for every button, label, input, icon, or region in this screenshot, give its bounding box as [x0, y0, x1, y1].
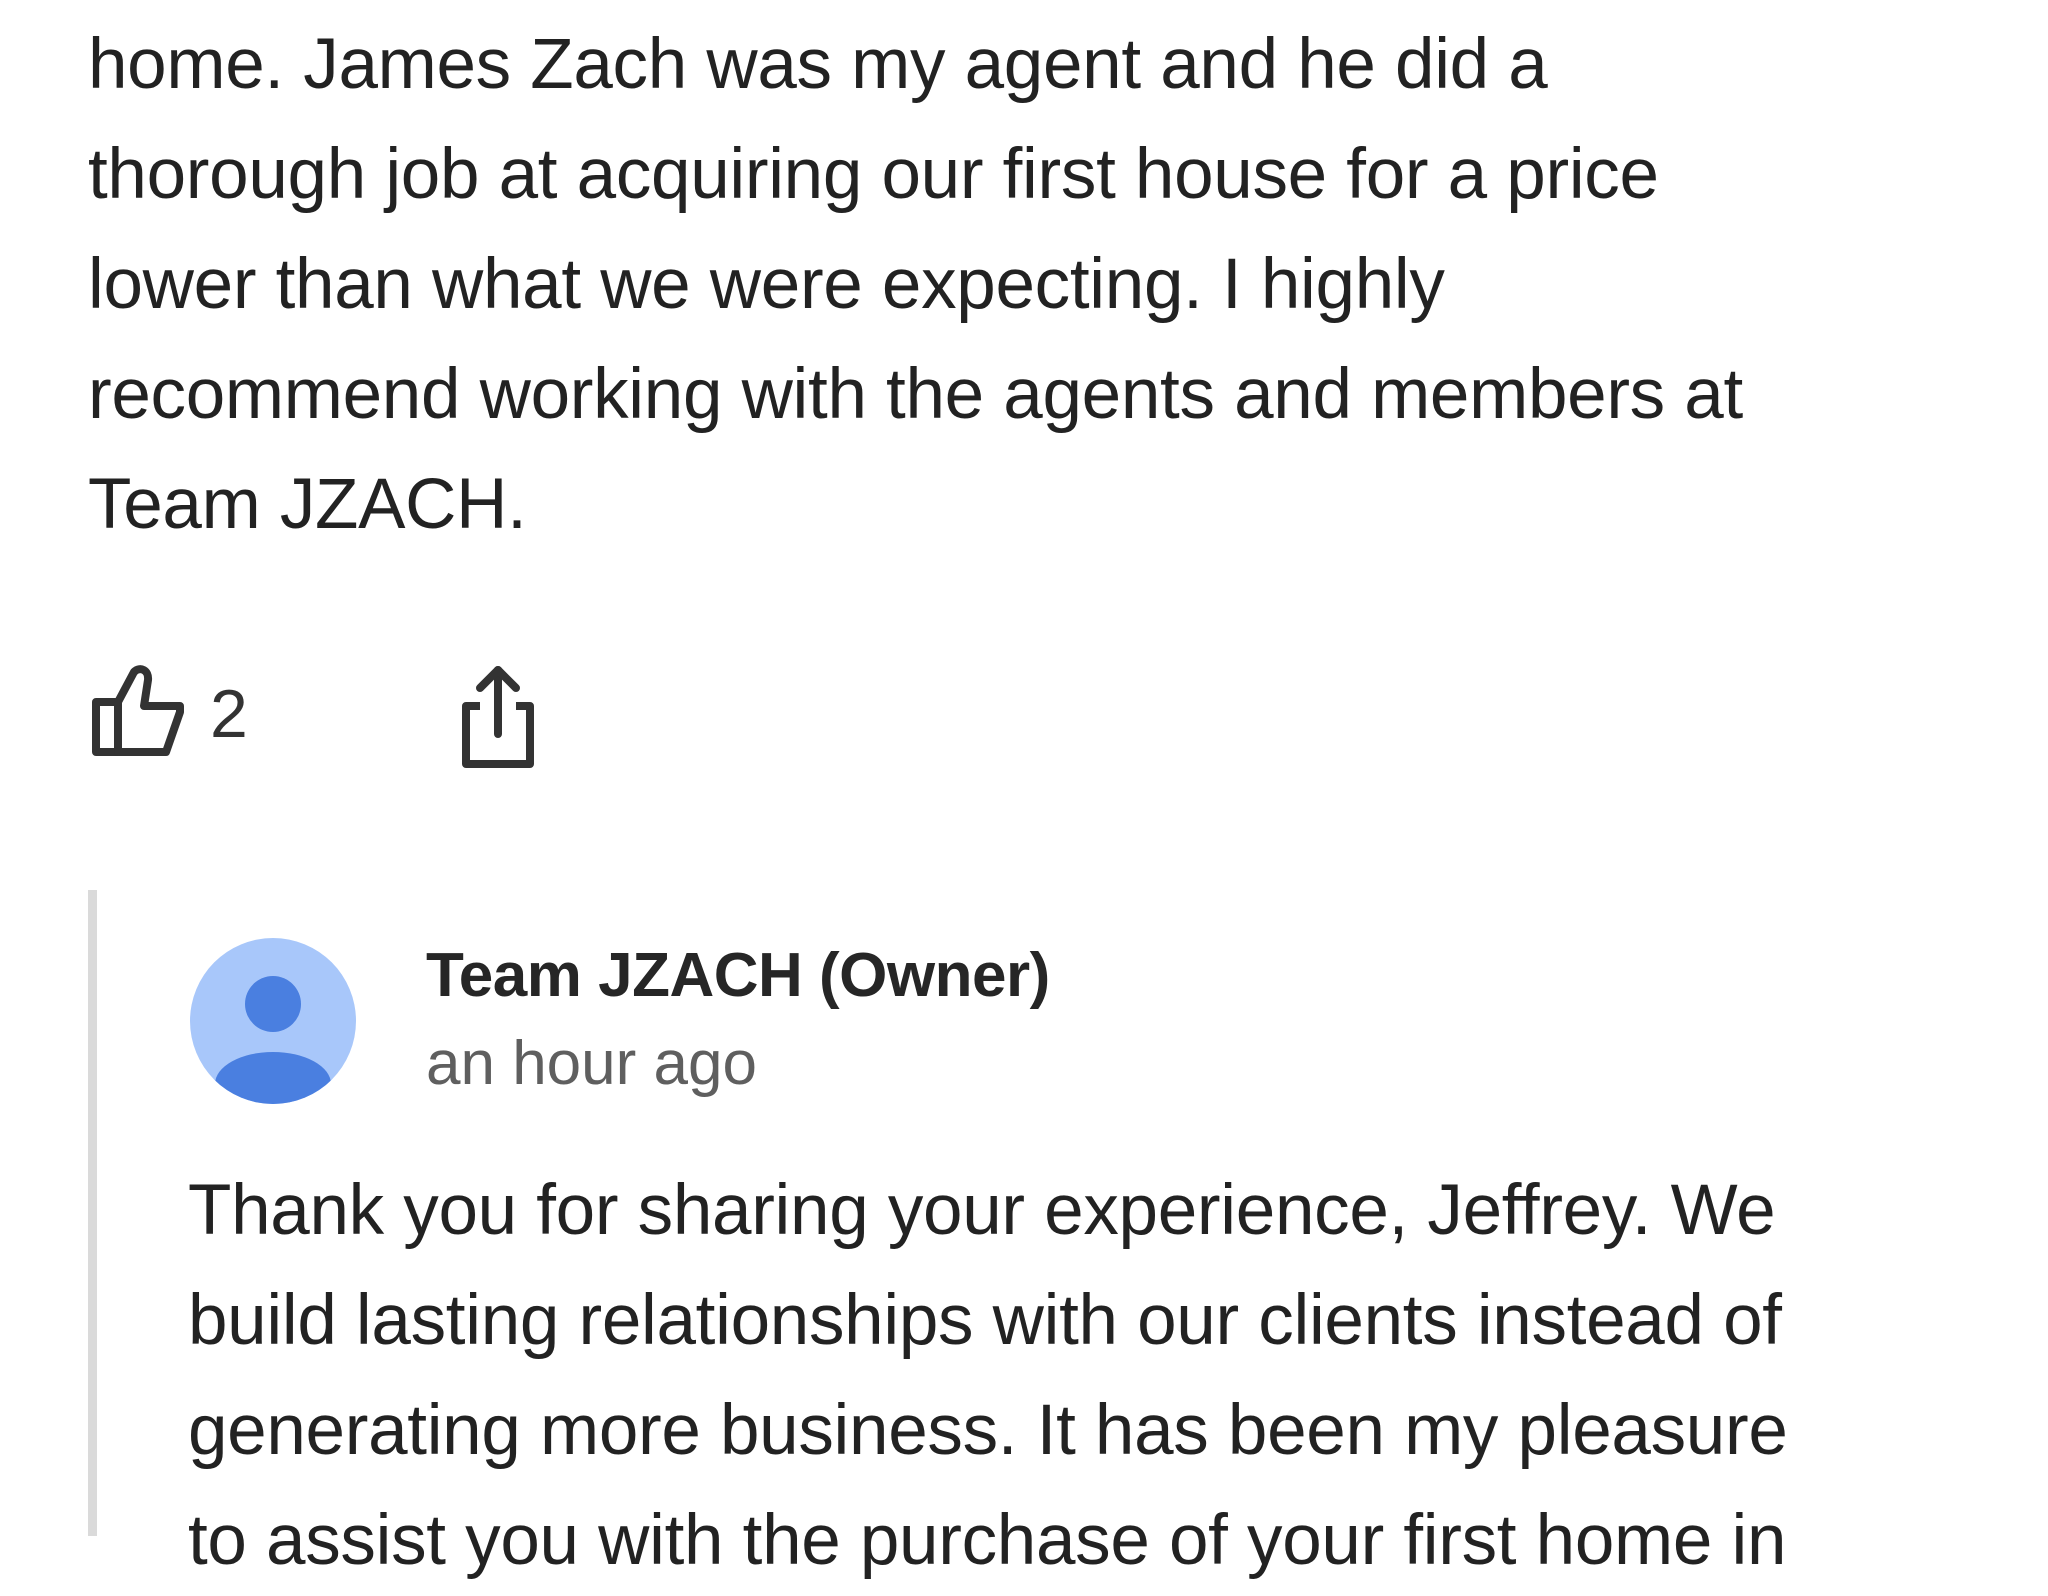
- review-line: Team JZACH.: [88, 465, 527, 544]
- reply-line: Thank you for sharing your experience, J…: [188, 1171, 1776, 1250]
- review-actions: 2: [88, 660, 688, 780]
- reply-timestamp: an hour ago: [426, 1029, 757, 1098]
- like-count: 2: [210, 676, 248, 752]
- share-button[interactable]: [452, 660, 542, 770]
- review-line: lower than what we were expecting. I hig…: [88, 245, 1445, 324]
- review-body: home. James Zach was my agent and he did…: [88, 10, 1968, 560]
- reply-body: Thank you for sharing your experience, J…: [188, 1156, 2048, 1596]
- review-line: home. James Zach was my agent and he did…: [88, 25, 1548, 104]
- owner-reply: Team JZACH (Owner) an hour ago Thank you…: [88, 890, 2048, 1580]
- reply-line: to assist you with the purchase of your …: [188, 1501, 1787, 1580]
- reply-author: Team JZACH (Owner): [426, 941, 1050, 1010]
- like-button[interactable]: 2: [88, 660, 248, 760]
- thumbs-up-icon: [88, 660, 188, 760]
- reply-line: build lasting relationships with our cli…: [188, 1281, 1782, 1360]
- reply-divider: [88, 890, 97, 1536]
- reply-line: generating more business. It has been my…: [188, 1391, 1788, 1470]
- review-line: thorough job at acquiring our first hous…: [88, 135, 1659, 214]
- person-avatar-icon: [190, 938, 356, 1104]
- review-line: recommend working with the agents and me…: [88, 355, 1743, 434]
- share-icon: [452, 660, 542, 770]
- avatar[interactable]: [190, 938, 356, 1104]
